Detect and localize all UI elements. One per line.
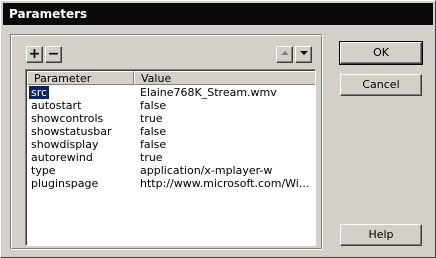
table-row[interactable]: showcontrols true (27, 112, 315, 125)
param-value[interactable]: application/x-mplayer-w (140, 164, 272, 177)
table-row[interactable]: autorewind true (27, 151, 315, 164)
param-value[interactable]: http://www.microsoft.com/Wi... (140, 177, 309, 190)
param-name[interactable]: autostart (31, 99, 81, 112)
param-name[interactable]: autorewind (31, 151, 93, 164)
move-down-button[interactable] (295, 46, 312, 63)
param-name[interactable]: showdisplay (31, 138, 99, 151)
move-up-button[interactable] (276, 46, 293, 63)
param-value[interactable]: false (140, 138, 166, 151)
param-value[interactable]: Elaine768K_Stream.wmv (140, 86, 277, 99)
table-row[interactable]: src Elaine768K_Stream.wmv (27, 86, 315, 99)
table-row[interactable]: type application/x-mplayer-w (27, 164, 315, 177)
param-name[interactable]: showcontrols (31, 112, 103, 125)
column-header-parameter[interactable]: Parameter (27, 71, 134, 85)
table-row[interactable]: pluginspage http://www.microsoft.com/Wi.… (27, 177, 315, 190)
add-parameter-button[interactable]: + (26, 46, 43, 63)
help-button[interactable]: Help (340, 224, 422, 246)
table-row[interactable]: showstatusbar false (27, 125, 315, 138)
arrow-down-icon (299, 51, 308, 55)
remove-parameter-button[interactable]: − (45, 46, 62, 63)
table-row[interactable]: showdisplay false (27, 138, 315, 151)
table-row[interactable]: autostart false (27, 99, 315, 112)
param-value[interactable]: true (140, 151, 163, 164)
column-header-value[interactable]: Value (134, 71, 315, 85)
param-value[interactable]: false (140, 125, 166, 138)
parameters-table[interactable]: Parameter Value src Elaine768K_Stream.wm… (25, 69, 316, 246)
title-bar: Parameters (3, 3, 433, 25)
param-name[interactable]: src (29, 86, 50, 99)
ok-button[interactable]: OK (339, 41, 423, 65)
param-value[interactable]: true (140, 112, 163, 125)
arrow-up-icon (280, 51, 289, 55)
parameters-dialog: Parameters + − Parameter Value src Elain… (0, 0, 436, 258)
cancel-button[interactable]: Cancel (340, 74, 422, 96)
param-name[interactable]: showstatusbar (31, 125, 111, 138)
param-value[interactable]: false (140, 99, 166, 112)
param-name[interactable]: type (31, 164, 56, 177)
param-name[interactable]: pluginspage (31, 177, 98, 190)
